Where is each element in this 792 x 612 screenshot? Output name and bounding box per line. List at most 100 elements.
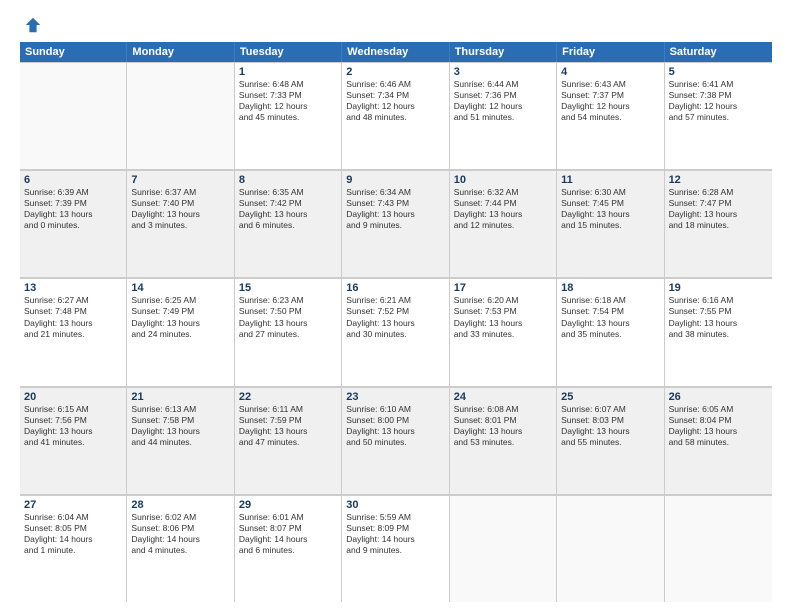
- cell-info-line: Daylight: 13 hours: [346, 209, 444, 220]
- day-number: 18: [561, 282, 659, 294]
- logo-icon: [24, 16, 42, 34]
- cell-info-line: and 9 minutes.: [346, 220, 444, 231]
- cell-info-line: Sunrise: 6:30 AM: [561, 187, 659, 198]
- day-number: 22: [239, 391, 337, 403]
- cell-info-line: Daylight: 13 hours: [454, 318, 552, 329]
- cell-info-line: Sunrise: 6:16 AM: [669, 295, 768, 306]
- cell-info-line: Daylight: 13 hours: [24, 209, 122, 220]
- day-number: 2: [346, 66, 444, 78]
- calendar-cell: 15Sunrise: 6:23 AMSunset: 7:50 PMDayligh…: [235, 278, 342, 385]
- day-number: 24: [454, 391, 552, 403]
- cell-info-line: Sunrise: 6:05 AM: [669, 404, 768, 415]
- day-number: 20: [24, 391, 122, 403]
- calendar-week-2: 6Sunrise: 6:39 AMSunset: 7:39 PMDaylight…: [20, 170, 772, 278]
- cell-info-line: and 3 minutes.: [131, 220, 229, 231]
- day-header-thursday: Thursday: [450, 42, 557, 62]
- day-number: 9: [346, 174, 444, 186]
- day-number: 16: [346, 282, 444, 294]
- cell-info-line: Sunset: 7:33 PM: [239, 90, 337, 101]
- cell-info-line: Daylight: 12 hours: [669, 101, 768, 112]
- cell-info-line: Daylight: 13 hours: [24, 426, 122, 437]
- cell-info-line: Sunrise: 6:37 AM: [131, 187, 229, 198]
- calendar-week-1: 1Sunrise: 6:48 AMSunset: 7:33 PMDaylight…: [20, 62, 772, 170]
- cell-info-line: Sunset: 7:37 PM: [561, 90, 659, 101]
- cell-info-line: Sunset: 7:34 PM: [346, 90, 444, 101]
- day-number: 11: [561, 174, 659, 186]
- cell-info-line: Sunset: 7:48 PM: [24, 306, 122, 317]
- logo: [20, 16, 42, 34]
- day-number: 12: [669, 174, 768, 186]
- cell-info-line: Sunrise: 6:25 AM: [131, 295, 229, 306]
- calendar-cell: 10Sunrise: 6:32 AMSunset: 7:44 PMDayligh…: [450, 170, 557, 277]
- day-header-sunday: Sunday: [20, 42, 127, 62]
- cell-info-line: Sunset: 8:01 PM: [454, 415, 552, 426]
- cell-info-line: Daylight: 13 hours: [669, 426, 768, 437]
- cell-info-line: Daylight: 12 hours: [346, 101, 444, 112]
- cell-info-line: Daylight: 12 hours: [239, 101, 337, 112]
- cell-info-line: Sunrise: 6:11 AM: [239, 404, 337, 415]
- calendar-cell: 2Sunrise: 6:46 AMSunset: 7:34 PMDaylight…: [342, 62, 449, 169]
- cell-info-line: Sunset: 8:03 PM: [561, 415, 659, 426]
- cell-info-line: Sunrise: 6:46 AM: [346, 79, 444, 90]
- cell-info-line: Sunset: 8:04 PM: [669, 415, 768, 426]
- day-number: 19: [669, 282, 768, 294]
- cell-info-line: Daylight: 13 hours: [346, 318, 444, 329]
- calendar-cell: [450, 495, 557, 602]
- calendar-cell: [127, 62, 234, 169]
- cell-info-line: Daylight: 13 hours: [24, 318, 122, 329]
- cell-info-line: Sunrise: 6:44 AM: [454, 79, 552, 90]
- cell-info-line: and 54 minutes.: [561, 112, 659, 123]
- cell-info-line: Daylight: 13 hours: [669, 318, 768, 329]
- cell-info-line: Sunset: 7:45 PM: [561, 198, 659, 209]
- cell-info-line: Sunset: 7:59 PM: [239, 415, 337, 426]
- cell-info-line: and 24 minutes.: [131, 329, 229, 340]
- cell-info-line: Sunset: 8:09 PM: [346, 523, 444, 534]
- cell-info-line: Sunrise: 6:20 AM: [454, 295, 552, 306]
- calendar-header: SundayMondayTuesdayWednesdayThursdayFrid…: [20, 42, 772, 62]
- cell-info-line: and 48 minutes.: [346, 112, 444, 123]
- page: SundayMondayTuesdayWednesdayThursdayFrid…: [0, 0, 792, 612]
- day-number: 26: [669, 391, 768, 403]
- day-number: 15: [239, 282, 337, 294]
- cell-info-line: Daylight: 14 hours: [346, 534, 444, 545]
- calendar-cell: 22Sunrise: 6:11 AMSunset: 7:59 PMDayligh…: [235, 387, 342, 494]
- cell-info-line: and 47 minutes.: [239, 437, 337, 448]
- cell-info-line: and 55 minutes.: [561, 437, 659, 448]
- day-number: 29: [239, 499, 337, 511]
- cell-info-line: and 1 minute.: [24, 545, 122, 556]
- calendar-cell: 26Sunrise: 6:05 AMSunset: 8:04 PMDayligh…: [665, 387, 772, 494]
- cell-info-line: Sunrise: 6:21 AM: [346, 295, 444, 306]
- calendar-cell: 28Sunrise: 6:02 AMSunset: 8:06 PMDayligh…: [127, 495, 234, 602]
- cell-info-line: Sunrise: 6:13 AM: [131, 404, 229, 415]
- calendar-cell: 3Sunrise: 6:44 AMSunset: 7:36 PMDaylight…: [450, 62, 557, 169]
- cell-info-line: Sunset: 7:39 PM: [24, 198, 122, 209]
- day-number: 10: [454, 174, 552, 186]
- cell-info-line: Sunrise: 6:32 AM: [454, 187, 552, 198]
- cell-info-line: Daylight: 13 hours: [239, 209, 337, 220]
- cell-info-line: and 27 minutes.: [239, 329, 337, 340]
- calendar-cell: [557, 495, 664, 602]
- day-number: 28: [131, 499, 229, 511]
- day-number: 27: [24, 499, 122, 511]
- day-header-tuesday: Tuesday: [235, 42, 342, 62]
- cell-info-line: Sunrise: 6:04 AM: [24, 512, 122, 523]
- cell-info-line: Sunrise: 6:28 AM: [669, 187, 768, 198]
- calendar-body: 1Sunrise: 6:48 AMSunset: 7:33 PMDaylight…: [20, 62, 772, 602]
- cell-info-line: Sunset: 8:00 PM: [346, 415, 444, 426]
- cell-info-line: Sunset: 7:43 PM: [346, 198, 444, 209]
- calendar-cell: [20, 62, 127, 169]
- cell-info-line: Sunrise: 6:08 AM: [454, 404, 552, 415]
- calendar-cell: 16Sunrise: 6:21 AMSunset: 7:52 PMDayligh…: [342, 278, 449, 385]
- cell-info-line: Daylight: 13 hours: [239, 318, 337, 329]
- calendar-cell: 17Sunrise: 6:20 AMSunset: 7:53 PMDayligh…: [450, 278, 557, 385]
- cell-info-line: and 45 minutes.: [239, 112, 337, 123]
- cell-info-line: Sunset: 7:40 PM: [131, 198, 229, 209]
- cell-info-line: and 6 minutes.: [239, 545, 337, 556]
- cell-info-line: Daylight: 13 hours: [346, 426, 444, 437]
- calendar-cell: 7Sunrise: 6:37 AMSunset: 7:40 PMDaylight…: [127, 170, 234, 277]
- cell-info-line: Sunset: 7:38 PM: [669, 90, 768, 101]
- day-number: 7: [131, 174, 229, 186]
- cell-info-line: Sunset: 8:06 PM: [131, 523, 229, 534]
- cell-info-line: Sunrise: 6:48 AM: [239, 79, 337, 90]
- calendar-cell: 30Sunrise: 5:59 AMSunset: 8:09 PMDayligh…: [342, 495, 449, 602]
